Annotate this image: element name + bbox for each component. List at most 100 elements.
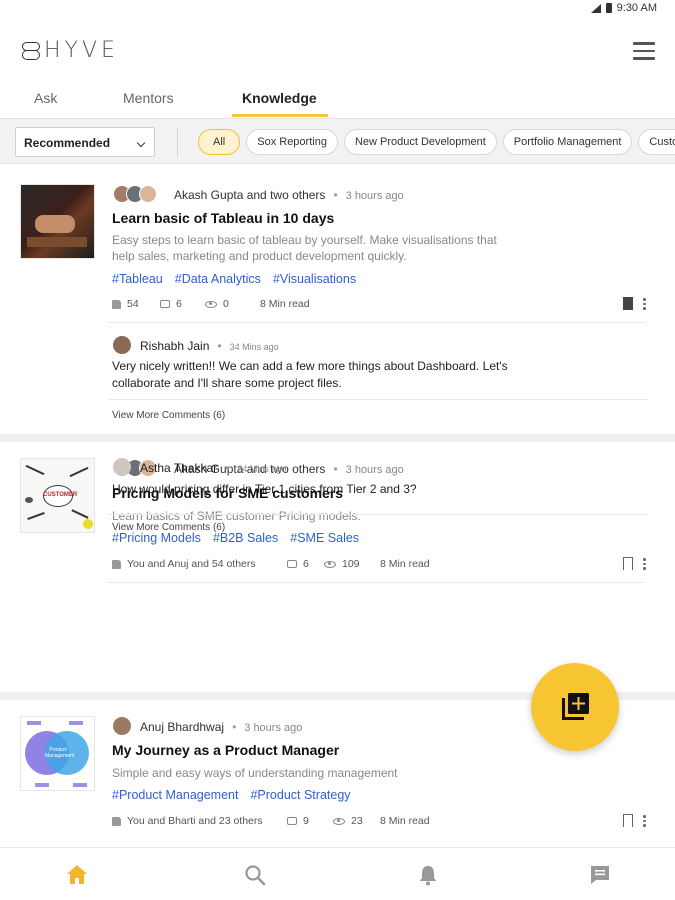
post-time: 3 hours ago: [345, 464, 404, 476]
view-count: 0: [223, 298, 229, 310]
bookmark-icon[interactable]: [623, 557, 633, 570]
sort-dropdown[interactable]: Recommended: [15, 127, 155, 157]
tag-link[interactable]: #Tableau: [112, 272, 163, 286]
view-count: 109: [342, 558, 360, 570]
post-tags: #Pricing Models #B2B Sales #SME Sales: [112, 531, 359, 545]
home-icon[interactable]: [64, 862, 90, 888]
post-card[interactable]: Akash Gupta and two others • 3 hours ago L…: [0, 164, 675, 434]
post-meta: Anuj Bhardhwaj • 3 hours ago: [140, 720, 303, 734]
post-thumbnail[interactable]: Product Management: [20, 716, 95, 791]
comment-icon: [287, 817, 297, 825]
card-separator: [0, 434, 675, 442]
commenter-name[interactable]: Rishabh Jain: [140, 339, 209, 353]
comment-text: How would pricing differ in Tier 1 citie…: [112, 482, 417, 496]
post-description: Simple and easy ways of understanding ma…: [112, 766, 398, 780]
comment-stat[interactable]: 6: [160, 298, 182, 310]
view-stat: 23: [333, 815, 363, 827]
post-card[interactable]: CUSTOMER Akash Gupta and two others • 3 ho…: [0, 442, 675, 692]
post-thumbnail[interactable]: [20, 184, 95, 259]
divider: [108, 514, 648, 515]
comment-count: 9: [303, 815, 309, 827]
add-library-icon: [562, 693, 589, 720]
avatar: [139, 185, 157, 203]
signal-icon: [590, 3, 601, 13]
search-icon[interactable]: [242, 862, 268, 888]
bookmark-icon[interactable]: [623, 297, 633, 310]
more-options-icon[interactable]: [643, 815, 647, 828]
like-stat[interactable]: You and Anuj and 54 others: [112, 558, 256, 570]
post-time: 3 hours ago: [244, 722, 303, 734]
eye-icon: [205, 300, 217, 308]
comment-text: Very nicely written!! We can add a few m…: [112, 359, 508, 390]
post-authors[interactable]: Anuj Bhardhwaj: [140, 720, 224, 734]
status-bar: 9:30 AM: [0, 0, 675, 18]
logo-mark-icon: [22, 40, 42, 62]
like-count: You and Bharti and 23 others: [127, 815, 263, 827]
create-post-button[interactable]: [531, 663, 619, 751]
more-options-icon[interactable]: [643, 298, 647, 311]
comment-icon: [160, 300, 170, 308]
avatar: [113, 717, 131, 735]
post-title[interactable]: My Journey as a Product Manager: [112, 742, 339, 758]
like-count: 54: [127, 298, 139, 310]
post-thumbnail[interactable]: CUSTOMER: [20, 458, 95, 533]
chip-all[interactable]: All: [198, 129, 241, 155]
chevron-down-icon: [136, 138, 146, 148]
chip-custo[interactable]: Custo: [638, 129, 675, 155]
read-time: 8 Min read: [380, 815, 430, 827]
author-avatars: [113, 185, 157, 203]
view-more-comments-link[interactable]: View More Comments (6): [112, 522, 225, 533]
tag-link[interactable]: #Product Strategy: [250, 788, 350, 802]
post-title[interactable]: Learn basic of Tableau in 10 days: [112, 210, 334, 226]
comment-header: Rishabh Jain • 34 Mins ago: [140, 339, 279, 353]
commenter-name[interactable]: Astha Thakkar: [140, 461, 217, 475]
bottom-navigation: [0, 847, 675, 900]
tab-mentors[interactable]: Mentors: [123, 90, 174, 106]
logo-text: HYVE: [44, 38, 119, 63]
tab-bar: Ask Mentors Knowledge: [0, 82, 675, 118]
post-stats: You and Anuj and 54 others 6 109 8 Min r…: [112, 556, 647, 574]
bookmark-icon[interactable]: [623, 814, 633, 827]
post-stats: You and Bharti and 23 others 9 23 8 Min …: [112, 813, 647, 831]
view-more-comments-link[interactable]: View More Comments (6): [112, 410, 225, 421]
comment-stat[interactable]: 6: [287, 558, 309, 570]
like-count: You and Anuj and 54 others: [127, 558, 256, 570]
chat-icon[interactable]: [587, 862, 613, 888]
like-stat[interactable]: 54: [112, 298, 139, 310]
tab-ask[interactable]: Ask: [34, 90, 57, 106]
tag-link[interactable]: #Data Analytics: [175, 272, 261, 286]
tag-link[interactable]: #Product Management: [112, 788, 238, 802]
status-time: 9:30 AM: [616, 2, 657, 14]
comment-icon: [287, 560, 297, 568]
view-stat: 109: [324, 558, 360, 570]
chip-sox-reporting[interactable]: Sox Reporting: [246, 129, 338, 155]
post-meta: Akash Gupta and two others • 3 hours ago: [174, 188, 404, 202]
comment-stat[interactable]: 9: [287, 815, 309, 827]
tag-link[interactable]: #Pricing Models: [112, 531, 201, 545]
tag-link[interactable]: #B2B Sales: [213, 531, 278, 545]
post-description: Easy steps to learn basic of tableau by …: [112, 233, 497, 263]
like-icon: [112, 299, 121, 309]
menu-button[interactable]: [633, 42, 655, 60]
thumbnail-label: Product Management: [45, 747, 75, 759]
hamburger-icon: [633, 42, 655, 45]
like-icon: [112, 559, 121, 569]
comment-count: 6: [176, 298, 182, 310]
post-tags: #Tableau #Data Analytics #Visualisations: [112, 272, 356, 286]
filter-bar: Recommended All Sox Reporting New Produc…: [0, 118, 675, 164]
read-time: 8 Min read: [260, 298, 310, 310]
chip-portfolio-management[interactable]: Portfolio Management: [502, 129, 633, 155]
tag-link[interactable]: #Visualisations: [273, 272, 356, 286]
divider: [108, 399, 648, 400]
divider: [177, 127, 178, 157]
tag-link[interactable]: #SME Sales: [290, 531, 359, 545]
chip-new-product-development[interactable]: New Product Development: [343, 129, 497, 155]
like-stat[interactable]: You and Bharti and 23 others: [112, 815, 263, 827]
avatar: [113, 336, 131, 354]
battery-icon: [605, 3, 612, 13]
post-authors[interactable]: Akash Gupta and two others: [174, 188, 325, 202]
tab-knowledge[interactable]: Knowledge: [242, 90, 317, 106]
more-options-icon[interactable]: [643, 558, 647, 571]
bell-icon[interactable]: [415, 862, 441, 888]
active-tab-indicator: [232, 114, 328, 117]
